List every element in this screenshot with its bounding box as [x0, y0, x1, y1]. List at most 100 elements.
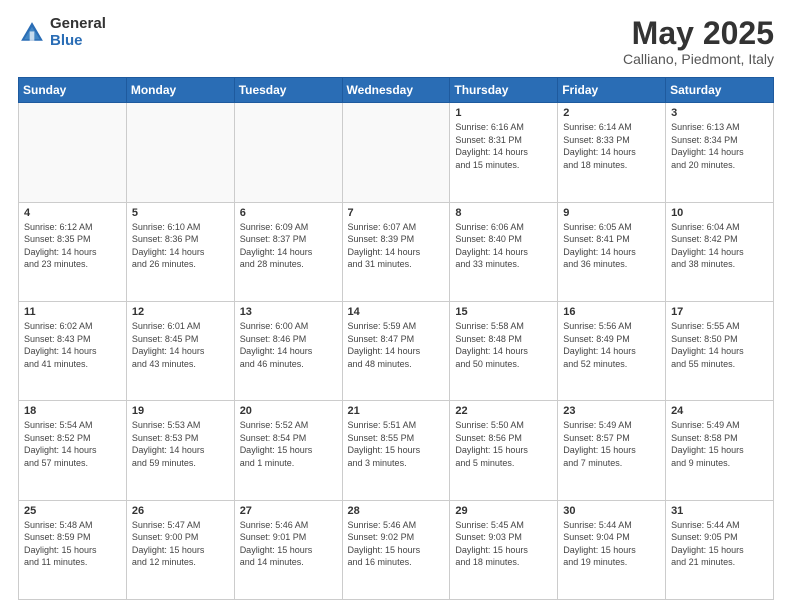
table-row — [126, 103, 234, 202]
table-row — [19, 103, 127, 202]
table-row: 3Sunrise: 6:13 AMSunset: 8:34 PMDaylight… — [666, 103, 774, 202]
day-number: 26 — [132, 505, 229, 517]
day-number: 25 — [24, 505, 121, 517]
table-row: 6 Sunrise: 6:09 AMSunset: 8:37 PMDaylight… — [234, 202, 342, 301]
col-friday: Friday — [558, 78, 666, 103]
day-number: 22 — [455, 405, 552, 417]
col-wednesday: Wednesday — [342, 78, 450, 103]
day-number: 23 — [563, 405, 660, 417]
day-info: Sunrise: 5:49 AMSunset: 8:57 PMDaylight:… — [563, 419, 660, 469]
table-row: 1 Sunrise: 6:16 AMSunset: 8:31 PMDaylight… — [450, 103, 558, 202]
day-number: 13 — [240, 306, 337, 318]
day-number: 15 — [455, 306, 552, 318]
table-row: 4 Sunrise: 6:12 AMSunset: 8:35 PMDaylight… — [19, 202, 127, 301]
title-location: Calliano, Piedmont, Italy — [623, 51, 774, 67]
day-info: Sunrise: 5:52 AMSunset: 8:54 PMDaylight:… — [240, 419, 337, 469]
header: General Blue May 2025 Calliano, Piedmont… — [18, 16, 774, 67]
day-info: Sunrise: 5:44 AMSunset: 9:04 PMDaylight:… — [563, 519, 660, 569]
table-row: 10 Sunrise: 6:04 AMSunset: 8:42 PMDayligh… — [666, 202, 774, 301]
day-info: Sunrise: 5:46 AMSunset: 9:01 PMDaylight:… — [240, 519, 337, 569]
table-row: 20 Sunrise: 5:52 AMSunset: 8:54 PMDayligh… — [234, 401, 342, 500]
table-row: 14Sunrise: 5:59 AMSunset: 8:47 PMDayligh… — [342, 301, 450, 400]
table-row: 17Sunrise: 5:55 AMSunset: 8:50 PMDayligh… — [666, 301, 774, 400]
day-number: 29 — [455, 505, 552, 517]
table-row: 5 Sunrise: 6:10 AMSunset: 8:36 PMDaylight… — [126, 202, 234, 301]
day-number: 5 — [132, 207, 229, 219]
day-info: Sunrise: 6:05 AMSunset: 8:41 PMDaylight:… — [563, 221, 660, 271]
table-row: 12 Sunrise: 6:01 AMSunset: 8:45 PMDayligh… — [126, 301, 234, 400]
day-info: Sunrise: 5:50 AMSunset: 8:56 PMDaylight:… — [455, 419, 552, 469]
table-row: 19Sunrise: 5:53 AMSunset: 8:53 PMDayligh… — [126, 401, 234, 500]
day-info: Sunrise: 5:46 AMSunset: 9:02 PMDaylight:… — [348, 519, 445, 569]
table-row: 21 Sunrise: 5:51 AMSunset: 8:55 PMDayligh… — [342, 401, 450, 500]
day-info: Sunrise: 5:47 AMSunset: 9:00 PMDaylight:… — [132, 519, 229, 569]
day-info: Sunrise: 6:12 AMSunset: 8:35 PMDaylight:… — [24, 221, 121, 271]
calendar-week-4: 18 Sunrise: 5:54 AMSunset: 8:52 PMDayligh… — [19, 401, 774, 500]
day-number: 8 — [455, 207, 552, 219]
col-monday: Monday — [126, 78, 234, 103]
day-info: Sunrise: 6:07 AMSunset: 8:39 PMDaylight:… — [348, 221, 445, 271]
day-number: 12 — [132, 306, 229, 318]
day-info: Sunrise: 6:06 AMSunset: 8:40 PMDaylight:… — [455, 221, 552, 271]
table-row: 30Sunrise: 5:44 AMSunset: 9:04 PMDayligh… — [558, 500, 666, 599]
day-info: Sunrise: 5:44 AMSunset: 9:05 PMDaylight:… — [671, 519, 768, 569]
table-row: 13Sunrise: 6:00 AMSunset: 8:46 PMDayligh… — [234, 301, 342, 400]
day-number: 1 — [455, 107, 552, 119]
day-number: 9 — [563, 207, 660, 219]
day-info: Sunrise: 5:56 AMSunset: 8:49 PMDaylight:… — [563, 320, 660, 370]
table-row: 31Sunrise: 5:44 AMSunset: 9:05 PMDayligh… — [666, 500, 774, 599]
day-number: 6 — [240, 207, 337, 219]
day-info: Sunrise: 5:48 AMSunset: 8:59 PMDaylight:… — [24, 519, 121, 569]
day-number: 27 — [240, 505, 337, 517]
day-info: Sunrise: 6:14 AMSunset: 8:33 PMDaylight:… — [563, 121, 660, 171]
table-row — [234, 103, 342, 202]
day-info: Sunrise: 6:09 AMSunset: 8:37 PMDaylight:… — [240, 221, 337, 271]
day-number: 28 — [348, 505, 445, 517]
table-row: 22 Sunrise: 5:50 AMSunset: 8:56 PMDayligh… — [450, 401, 558, 500]
day-number: 20 — [240, 405, 337, 417]
col-sunday: Sunday — [19, 78, 127, 103]
table-row: 2 Sunrise: 6:14 AMSunset: 8:33 PMDaylight… — [558, 103, 666, 202]
table-row: 28 Sunrise: 5:46 AMSunset: 9:02 PMDayligh… — [342, 500, 450, 599]
day-info: Sunrise: 5:51 AMSunset: 8:55 PMDaylight:… — [348, 419, 445, 469]
col-thursday: Thursday — [450, 78, 558, 103]
day-info: Sunrise: 5:53 AMSunset: 8:53 PMDaylight:… — [132, 419, 229, 469]
logo-blue-text: Blue — [50, 33, 106, 50]
table-row: 18 Sunrise: 5:54 AMSunset: 8:52 PMDayligh… — [19, 401, 127, 500]
day-number: 7 — [348, 207, 445, 219]
table-row: 9 Sunrise: 6:05 AMSunset: 8:41 PMDaylight… — [558, 202, 666, 301]
day-info: Sunrise: 6:13 AMSunset: 8:34 PMDaylight:… — [671, 121, 768, 171]
logo-general-text: General — [50, 16, 106, 33]
table-row: 8 Sunrise: 6:06 AMSunset: 8:40 PMDaylight… — [450, 202, 558, 301]
day-number: 16 — [563, 306, 660, 318]
table-row: 7 Sunrise: 6:07 AMSunset: 8:39 PMDaylight… — [342, 202, 450, 301]
table-row: 16 Sunrise: 5:56 AMSunset: 8:49 PMDayligh… — [558, 301, 666, 400]
calendar-week-3: 11 Sunrise: 6:02 AMSunset: 8:43 PMDayligh… — [19, 301, 774, 400]
table-row: 11 Sunrise: 6:02 AMSunset: 8:43 PMDayligh… — [19, 301, 127, 400]
day-number: 11 — [24, 306, 121, 318]
table-row: 26 Sunrise: 5:47 AMSunset: 9:00 PMDayligh… — [126, 500, 234, 599]
calendar-week-5: 25 Sunrise: 5:48 AMSunset: 8:59 PMDayligh… — [19, 500, 774, 599]
table-row: 23 Sunrise: 5:49 AMSunset: 8:57 PMDayligh… — [558, 401, 666, 500]
calendar-table: Sunday Monday Tuesday Wednesday Thursday… — [18, 77, 774, 600]
day-number: 18 — [24, 405, 121, 417]
day-number: 2 — [563, 107, 660, 119]
day-info: Sunrise: 6:02 AMSunset: 8:43 PMDaylight:… — [24, 320, 121, 370]
logo: General Blue — [18, 16, 106, 49]
table-row: 25 Sunrise: 5:48 AMSunset: 8:59 PMDayligh… — [19, 500, 127, 599]
logo-text: General Blue — [50, 16, 106, 49]
logo-icon — [18, 19, 46, 47]
calendar-week-2: 4 Sunrise: 6:12 AMSunset: 8:35 PMDaylight… — [19, 202, 774, 301]
day-info: Sunrise: 5:54 AMSunset: 8:52 PMDaylight:… — [24, 419, 121, 469]
day-info: Sunrise: 6:10 AMSunset: 8:36 PMDaylight:… — [132, 221, 229, 271]
day-number: 10 — [671, 207, 768, 219]
day-info: Sunrise: 6:04 AMSunset: 8:42 PMDaylight:… — [671, 221, 768, 271]
day-info: Sunrise: 5:59 AMSunset: 8:47 PMDaylight:… — [348, 320, 445, 370]
day-info: Sunrise: 6:01 AMSunset: 8:45 PMDaylight:… — [132, 320, 229, 370]
title-block: May 2025 Calliano, Piedmont, Italy — [623, 16, 774, 67]
col-saturday: Saturday — [666, 78, 774, 103]
day-info: Sunrise: 6:16 AMSunset: 8:31 PMDaylight:… — [455, 121, 552, 171]
day-number: 4 — [24, 207, 121, 219]
day-number: 21 — [348, 405, 445, 417]
day-info: Sunrise: 5:45 AMSunset: 9:03 PMDaylight:… — [455, 519, 552, 569]
